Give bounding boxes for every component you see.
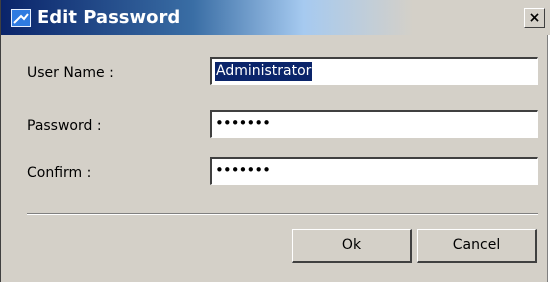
password-value: ••••••• — [215, 114, 271, 132]
window-title: Edit Password — [37, 7, 181, 28]
confirm-label: Confirm : — [27, 165, 92, 181]
confirm-field[interactable]: ••••••• — [210, 157, 538, 185]
close-icon: × — [528, 10, 541, 26]
app-icon — [11, 9, 31, 27]
edit-password-dialog: Edit Password × User Name : Administrato… — [0, 0, 550, 282]
title-bar[interactable]: Edit Password × — [1, 0, 550, 35]
confirm-value: ••••••• — [215, 161, 271, 179]
password-field[interactable]: ••••••• — [210, 110, 538, 138]
username-value: Administrator — [215, 62, 313, 81]
divider — [27, 213, 538, 215]
username-field[interactable]: Administrator — [210, 57, 538, 85]
password-label: Password : — [27, 118, 102, 134]
ok-button[interactable]: Ok — [292, 229, 412, 263]
close-button[interactable]: × — [524, 8, 545, 28]
username-label: User Name : — [27, 65, 114, 81]
cancel-button[interactable]: Cancel — [417, 229, 537, 263]
